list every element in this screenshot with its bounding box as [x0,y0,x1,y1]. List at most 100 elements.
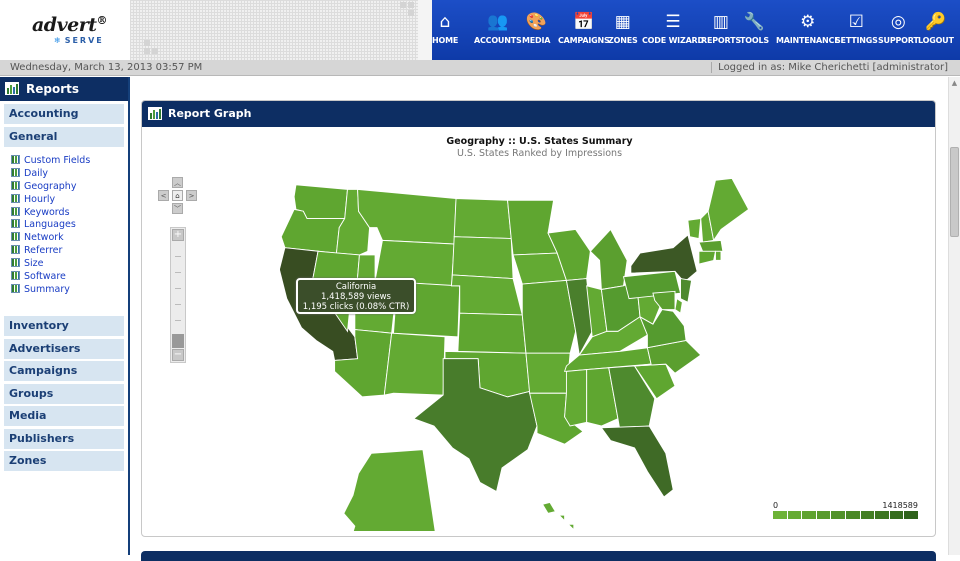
nav-accounts[interactable]: 👥 ACCOUNTS [474,11,522,51]
sidebar-section-accounting[interactable]: Accounting [4,104,124,124]
zoom-out-button[interactable]: − [172,349,184,361]
report-link-hourly[interactable]: Hourly [11,193,128,207]
state-ma[interactable] [698,239,724,252]
panel-header: Report Graph [142,101,935,127]
state-nj[interactable] [680,278,693,303]
report-link-label: Software [24,271,66,283]
state-sd[interactable] [451,236,514,280]
sidebar-section-campaigns[interactable]: Campaigns [4,361,124,381]
logo-sub: ❄ SERVE [54,36,104,45]
report-graph-icon [148,107,162,120]
report-link-keywords[interactable]: Keywords [11,206,128,220]
nav-logout[interactable]: 🔑 LOGOUT [918,11,954,51]
adserve-logo[interactable]: advert® ❄ SERVE [0,0,130,60]
report-link-custom-fields[interactable]: Custom Fields [11,155,128,168]
logged-in-user: Logged in as: Mike Cherichetti [administ… [711,62,948,73]
nav-code-wizard[interactable]: ☰ CODE WIZARD [642,11,704,51]
state-nm[interactable] [383,332,446,396]
state-mn[interactable] [507,199,558,256]
sidebar-section-zones[interactable]: Zones [4,451,124,471]
scroll-up-arrow[interactable]: ▲ [950,79,959,89]
report-link-referrer[interactable]: Referrer [11,245,128,258]
state-mo[interactable] [521,279,577,354]
settings-icon: ☑ [848,12,864,32]
map-zoom-slider[interactable]: + − [170,227,186,363]
state-ar[interactable] [525,352,571,394]
sidebar-title: Reports [0,77,128,101]
legend-min: 0 [773,501,779,510]
current-date: Wednesday, March 13, 2013 03:57 PM [10,62,203,73]
pan-right-button[interactable]: > [186,190,197,201]
nav-maintenance[interactable]: ⚙ MAINTENANCE [776,11,840,51]
code-wizard-icon: ☰ [665,12,681,32]
us-states-map[interactable] [280,171,780,531]
state-fl[interactable] [600,425,674,498]
legend-swatch [904,511,918,519]
pan-up-button[interactable]: ︿ [172,177,183,188]
report-link-software[interactable]: Software [11,271,128,284]
state-me[interactable] [707,177,750,242]
state-ct[interactable] [698,250,717,265]
nav-label: MAINTENANCE [776,36,840,45]
report-link-label: Size [24,258,44,270]
report-link-geography[interactable]: Geography [11,180,128,194]
state-hi[interactable] [541,501,557,514]
logo-brand: advert® [32,14,108,36]
campaigns-icon: 📅 [573,12,595,32]
report-graph-panel: Report Graph Geography :: U.S. States Su… [141,100,936,537]
zoom-slider-thumb[interactable] [172,334,184,348]
state-mi[interactable] [589,228,628,291]
state-ri[interactable] [715,250,722,261]
island-1[interactable] [557,514,566,522]
sidebar-section-general[interactable]: General [4,127,124,147]
chart-subtitle: U.S. States Ranked by Impressions [456,148,623,159]
nav-media[interactable]: 🎨 MEDIA [522,11,550,51]
report-link-summary[interactable]: Summary [11,283,128,297]
nav-zones[interactable]: ▦ ZONES [608,11,638,51]
report-icon [11,219,20,229]
report-link-label: Hourly [24,193,56,205]
nav-home[interactable]: ⌂ HOME [432,11,458,51]
state-ne[interactable] [450,274,523,316]
island-2[interactable] [567,523,575,531]
state-nd[interactable] [453,198,512,240]
scroll-thumb[interactable] [950,147,959,237]
report-link-languages[interactable]: Languages [11,219,128,232]
nav-support[interactable]: ◎ SUPPORT [878,11,919,51]
report-link-label: Summary [24,283,70,295]
home-icon: ⌂ [439,12,451,32]
report-link-network[interactable]: Network [11,232,128,245]
sidebar-section-publishers[interactable]: Publishers [4,428,124,449]
tooltip-state: California [335,282,377,292]
state-ak[interactable] [343,449,453,531]
state-ks[interactable] [457,312,527,354]
sidebar-section-groups[interactable]: Groups [4,383,124,404]
nav-tools[interactable]: 🔧 TOOLS [740,11,769,51]
report-link-size[interactable]: Size [11,258,128,271]
nav-settings[interactable]: ☑ SETTINGS [835,11,878,51]
page-scrollbar[interactable]: ▲ [948,77,960,555]
state-ms[interactable] [564,369,588,427]
sidebar-section-media[interactable]: Media [4,406,124,426]
media-icon: 🎨 [525,12,547,32]
report-icon [11,232,20,242]
state-mt[interactable] [357,188,457,245]
reports-icon: ▥ [712,12,729,32]
nav-reports[interactable]: ▥ REPORTS [701,11,741,51]
report-icon [11,283,20,293]
pan-left-button[interactable]: < [158,190,169,201]
pan-home-button[interactable]: ⌂ [172,190,183,201]
report-icon [11,245,20,255]
nav-campaigns[interactable]: 📅 CAMPAIGNS [558,11,610,51]
main-content: Report Graph Geography :: U.S. States Su… [130,77,948,561]
state-de[interactable] [674,297,683,314]
sidebar-section-inventory[interactable]: Inventory [4,316,124,336]
reports-icon [5,82,19,95]
pan-down-button[interactable]: ﹀ [172,203,183,214]
nav-label: SUPPORT [878,36,919,45]
state-vt[interactable] [687,217,702,240]
sidebar-section-advertisers[interactable]: Advertisers [4,338,124,359]
report-link-daily[interactable]: Daily [11,167,128,181]
zoom-in-button[interactable]: + [172,229,184,241]
legend-swatch [816,511,831,519]
